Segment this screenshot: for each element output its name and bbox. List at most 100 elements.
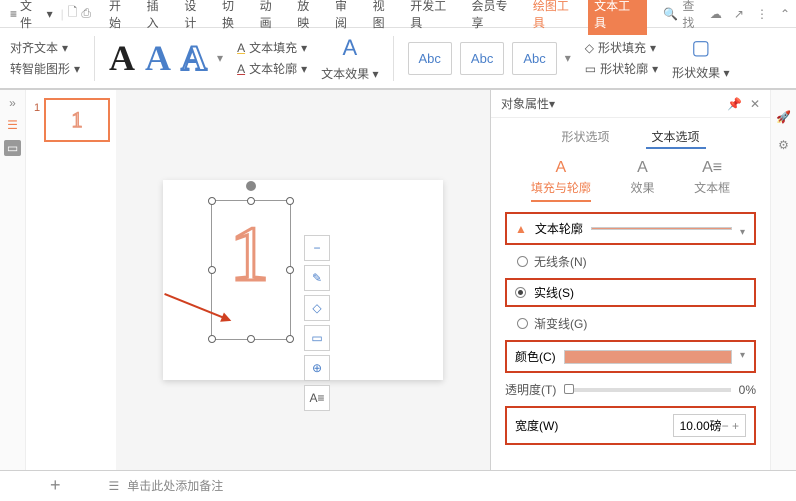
text-format-icon[interactable]: A≡ (304, 385, 330, 411)
wordart-style-1[interactable]: A (109, 37, 135, 79)
settings-icon[interactable]: ⚙ (778, 138, 789, 152)
wordart-style-2[interactable]: A (145, 37, 171, 79)
notes-placeholder[interactable]: 单击此处添加备注 (127, 477, 223, 494)
topbar: ≡ 文件 ▾ | 🗋 ⎙ 开始 插入 设计 切换 动画 放映 审阅 视图 开发工… (0, 0, 796, 28)
expand-icon[interactable]: ▲ (515, 222, 527, 236)
tab-member[interactable]: 会员专享 (466, 0, 525, 35)
width-value: 10.00磅 (680, 417, 722, 434)
pen-icon[interactable]: ✎ (304, 265, 330, 291)
shape-style-2[interactable]: Abc (460, 42, 504, 75)
rocket-icon[interactable]: 🚀 (776, 110, 791, 124)
align-text-button[interactable]: 对齐文本 ▾ (10, 39, 80, 56)
panel-title: 对象属性 (501, 95, 549, 112)
slide[interactable]: 1 (163, 180, 443, 380)
handle-n[interactable] (247, 197, 255, 205)
tab-slideshow[interactable]: 放映 (291, 0, 327, 35)
width-input[interactable]: 10.00磅 − + (673, 414, 746, 437)
shape-style-more[interactable]: ▾ (565, 51, 571, 65)
handle-s[interactable] (247, 335, 255, 343)
fill-icon[interactable]: ◇ (304, 295, 330, 321)
shape-style-1[interactable]: Abc (408, 42, 452, 75)
tab-dev[interactable]: 开发工具 (404, 0, 463, 35)
wordart-gallery: A A A ▾ (109, 37, 223, 79)
text-effect-button[interactable]: A 文本效果 ▾ (321, 35, 378, 82)
rotate-handle[interactable] (246, 181, 256, 191)
align-icon[interactable]: ⊕ (304, 355, 330, 381)
tab-design[interactable]: 设计 (178, 0, 214, 35)
handle-sw[interactable] (208, 335, 216, 343)
spinner-icon[interactable]: − + (722, 419, 739, 433)
handle-e[interactable] (286, 266, 294, 274)
notes-icon[interactable]: ☰ (109, 479, 120, 493)
subtab-textbox[interactable]: A≡文本框 (694, 159, 730, 202)
handle-w[interactable] (208, 266, 216, 274)
selection-box[interactable]: 1 (211, 200, 291, 340)
top-right: ☁ ↗ ⋮ ⌃ (710, 7, 790, 21)
thumb-content: 1 (72, 107, 83, 133)
subtab-effects[interactable]: A效果 (630, 159, 654, 202)
shape-effect-button[interactable]: ▢ 形状效果 ▾ (672, 35, 729, 81)
color-row: 颜色(C) (505, 340, 756, 373)
share-icon[interactable]: ↗ (734, 7, 744, 21)
floating-toolbar: − ✎ ◇ ▭ ⊕ A≡ (304, 235, 330, 411)
option-solid-line[interactable]: 实线(S) (505, 278, 756, 307)
tab-animation[interactable]: 动画 (254, 0, 290, 35)
smart-art-button[interactable]: 转智能图形 ▾ (10, 60, 80, 77)
outline-preview[interactable] (591, 227, 732, 230)
add-slide-button[interactable]: + (50, 475, 61, 496)
section-label: 文本轮廓 (535, 220, 583, 237)
divider: | (61, 7, 64, 21)
tab-drawing[interactable]: 绘图工具 (527, 0, 586, 35)
opacity-slider[interactable] (564, 388, 730, 392)
tab-transition[interactable]: 切换 (216, 0, 252, 35)
tab-bar: 开始 插入 设计 切换 动画 放映 审阅 视图 开发工具 会员专享 绘图工具 文… (103, 0, 647, 35)
text-outline-button[interactable]: A 文本轮廓 ▾ (237, 60, 307, 77)
option-gradient-line[interactable]: 渐变线(G) (505, 315, 756, 332)
minus-icon[interactable]: − (304, 235, 330, 261)
tab-shape-options[interactable]: 形状选项 (555, 126, 615, 149)
status-bar: + ☰ 单击此处添加备注 (0, 470, 796, 500)
text-fill-button[interactable]: A 文本填充 ▾ (237, 39, 307, 56)
opacity-label: 透明度(T) (505, 381, 556, 398)
search-box[interactable]: 🔍查找 (663, 0, 706, 31)
separator (393, 36, 394, 81)
close-icon[interactable]: ✕ (750, 97, 760, 111)
more-icon[interactable]: ⋮ (756, 7, 768, 21)
tab-review[interactable]: 审阅 (329, 0, 365, 35)
canvas[interactable]: 1 − ✎ ◇ ▭ ⊕ A≡ (116, 90, 490, 470)
handle-ne[interactable] (286, 197, 294, 205)
outline-tool-icon[interactable]: ▭ (304, 325, 330, 351)
print-icon[interactable]: ⎙ (81, 6, 91, 21)
tab-text-tools[interactable]: 文本工具 (588, 0, 647, 35)
option-no-line[interactable]: 无线条(N) (505, 253, 756, 270)
shape-fill-button[interactable]: ◇ 形状填充 ▾ (585, 39, 658, 56)
handle-nw[interactable] (208, 197, 216, 205)
text-content[interactable]: 1 (230, 209, 269, 299)
slide-thumbnail-1[interactable]: 1 1 (44, 98, 110, 142)
shape-outline-button[interactable]: ▭ 形状轮廓 ▾ (585, 60, 658, 77)
tab-start[interactable]: 开始 (103, 0, 139, 35)
collapse-icon[interactable]: ⌃ (780, 7, 790, 21)
thumbnails-icon[interactable]: ▭ (4, 140, 21, 156)
wordart-style-3[interactable]: A (181, 37, 207, 79)
wordart-more[interactable]: ▾ (217, 51, 223, 65)
pin-icon[interactable]: 📌 (727, 97, 742, 111)
ribbon-group-align: 对齐文本 ▾ 转智能图形 ▾ (10, 39, 80, 77)
search-icon: 🔍 (663, 7, 678, 21)
handle-se[interactable] (286, 335, 294, 343)
shape-style-3[interactable]: Abc (512, 42, 556, 75)
ribbon: 对齐文本 ▾ 转智能图形 ▾ A A A ▾ A 文本填充 ▾ A 文本轮廓 ▾… (0, 28, 796, 90)
hamburger-menu[interactable]: ≡ 文件 ▾ (6, 0, 57, 33)
chevron-icon[interactable]: » (9, 96, 16, 110)
panel-subtabs: A填充与轮廓 A效果 A≡文本框 (491, 153, 770, 202)
outline-icon[interactable]: ☰ (7, 118, 18, 132)
ribbon-group-shape: ◇ 形状填充 ▾ ▭ 形状轮廓 ▾ (585, 39, 658, 77)
tab-view[interactable]: 视图 (367, 0, 403, 35)
cloud-icon[interactable]: ☁ (710, 7, 722, 21)
color-picker[interactable] (564, 350, 732, 364)
shape-style-gallery: Abc Abc Abc ▾ (408, 42, 571, 75)
new-icon[interactable]: 🗋 (68, 3, 78, 24)
subtab-fill-outline[interactable]: A填充与轮廓 (531, 159, 591, 202)
tab-insert[interactable]: 插入 (141, 0, 177, 35)
tab-text-options[interactable]: 文本选项 (646, 126, 706, 149)
